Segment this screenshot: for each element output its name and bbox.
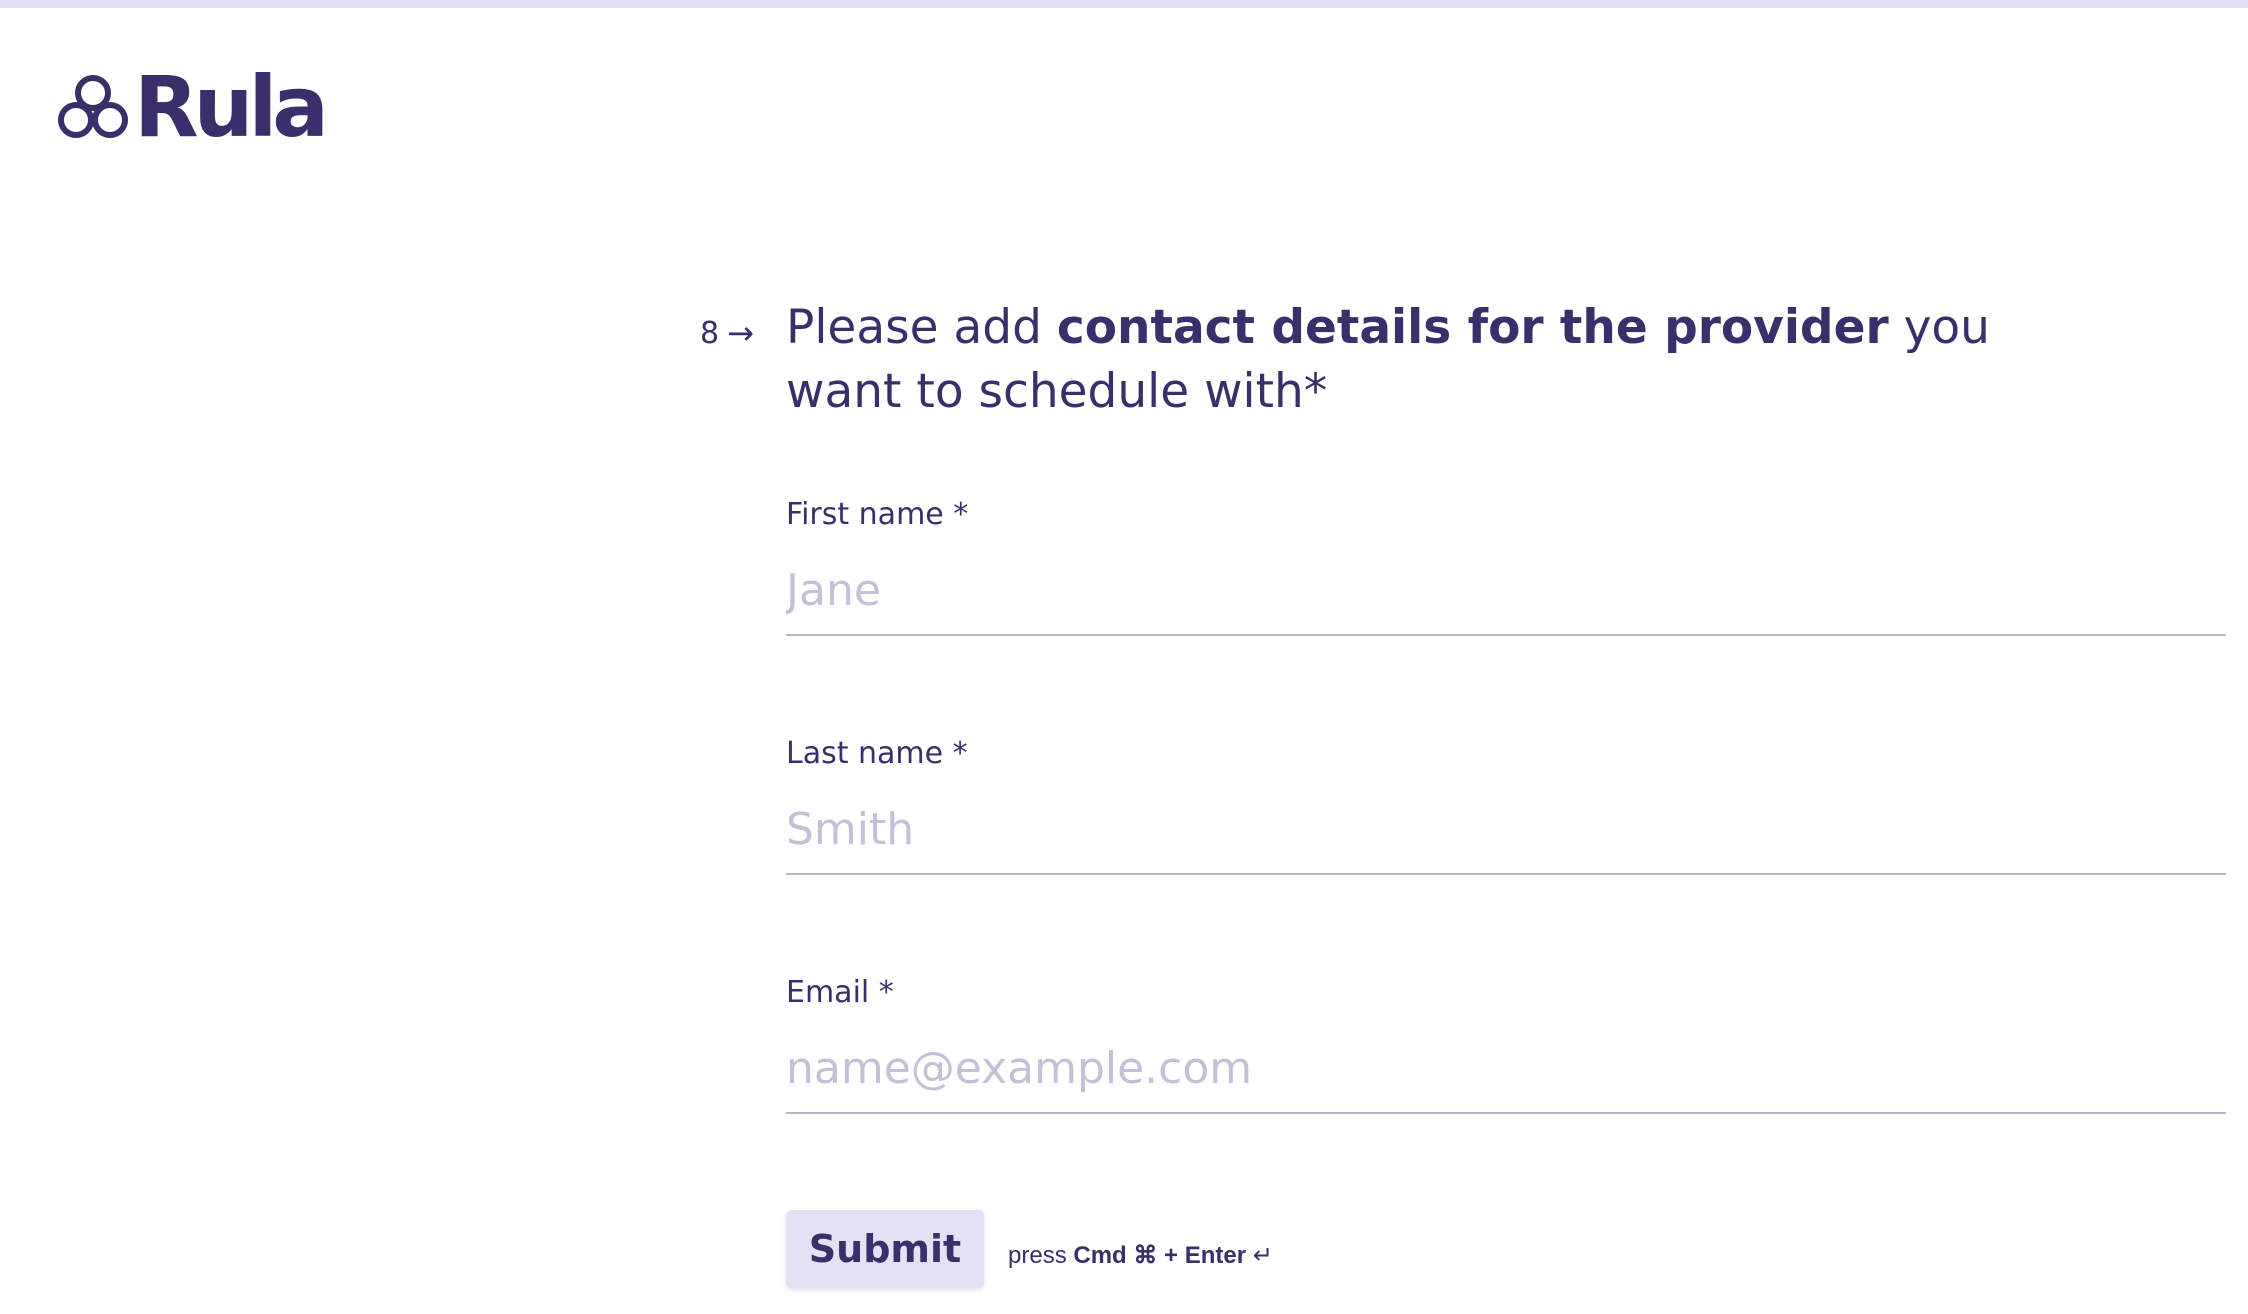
- top-progress-bar: [0, 0, 2248, 8]
- arrow-right-icon: →: [727, 314, 754, 352]
- keyboard-hint: press Cmd ⌘ + Enter ↵: [1008, 1241, 1273, 1270]
- submit-row: Submit press Cmd ⌘ + Enter ↵: [786, 1210, 1273, 1288]
- question-title: Please add contact details for the provi…: [786, 296, 2106, 424]
- first-name-label: First name *: [786, 497, 969, 532]
- rula-logo[interactable]: Rula: [56, 58, 329, 156]
- question-number: 8 →: [700, 314, 754, 352]
- last-name-label: Last name *: [786, 736, 968, 771]
- email-field: Email *: [786, 975, 2226, 1114]
- submit-button[interactable]: Submit: [786, 1210, 984, 1288]
- question-text-before: Please add: [786, 300, 1057, 355]
- last-name-field: Last name *: [786, 736, 2226, 875]
- question-number-value: 8: [700, 315, 720, 351]
- hint-prefix: press: [1008, 1241, 1067, 1269]
- rula-logo-icon: [58, 75, 128, 138]
- email-label: Email *: [786, 975, 894, 1010]
- enter-key-icon: ↵: [1252, 1241, 1273, 1269]
- question-text-bold: contact details for the provider: [1056, 300, 1889, 355]
- first-name-field: First name *: [786, 497, 2226, 636]
- logo-wordmark: Rula: [134, 58, 329, 156]
- hint-keys: Cmd ⌘ + Enter: [1073, 1241, 1247, 1269]
- email-input[interactable]: [786, 1043, 2226, 1114]
- first-name-input[interactable]: [786, 565, 2226, 636]
- last-name-input[interactable]: [786, 804, 2226, 875]
